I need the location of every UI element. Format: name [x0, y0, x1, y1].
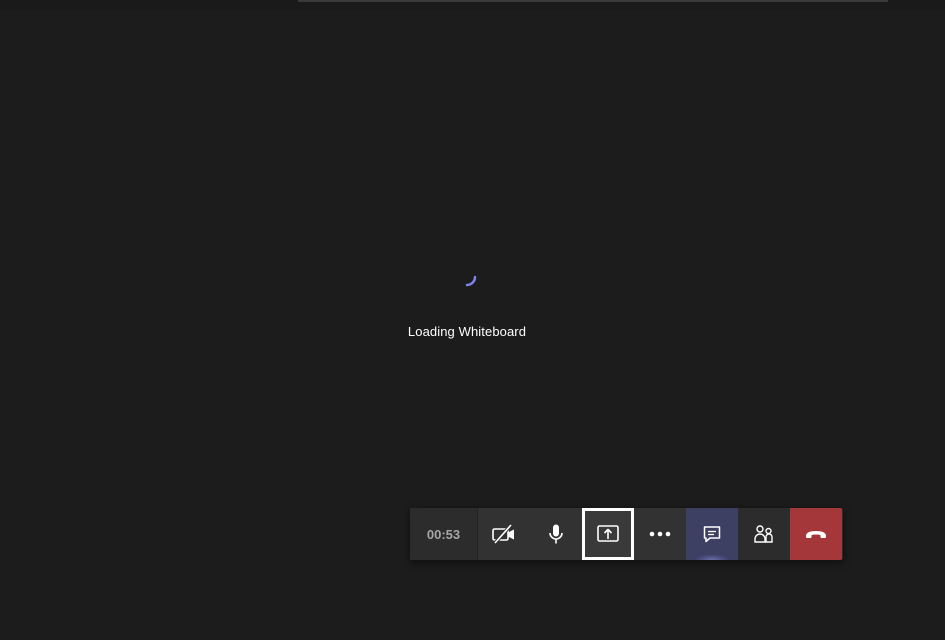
top-bar	[298, 0, 888, 2]
loading-text: Loading Whiteboard	[407, 324, 527, 339]
spinner-icon	[465, 275, 477, 287]
share-screen-icon	[597, 525, 619, 542]
meeting-stage: Loading Whiteboard 00:53	[0, 0, 945, 640]
microphone-icon	[549, 524, 563, 544]
call-timer: 00:53	[410, 508, 478, 560]
participants-icon	[754, 525, 773, 543]
hang-up-icon	[806, 531, 826, 538]
more-options-icon	[649, 531, 671, 537]
share-screen-button[interactable]	[582, 508, 634, 560]
participants-button[interactable]	[738, 508, 790, 560]
camera-off-icon	[492, 523, 514, 545]
call-control-bar: 00:53	[410, 508, 843, 560]
chat-icon	[703, 526, 721, 543]
hang-up-button[interactable]	[790, 508, 842, 560]
camera-toggle-button[interactable]	[478, 508, 530, 560]
microphone-toggle-button[interactable]	[530, 508, 582, 560]
more-options-button[interactable]	[634, 508, 686, 560]
chat-button[interactable]	[686, 508, 738, 560]
